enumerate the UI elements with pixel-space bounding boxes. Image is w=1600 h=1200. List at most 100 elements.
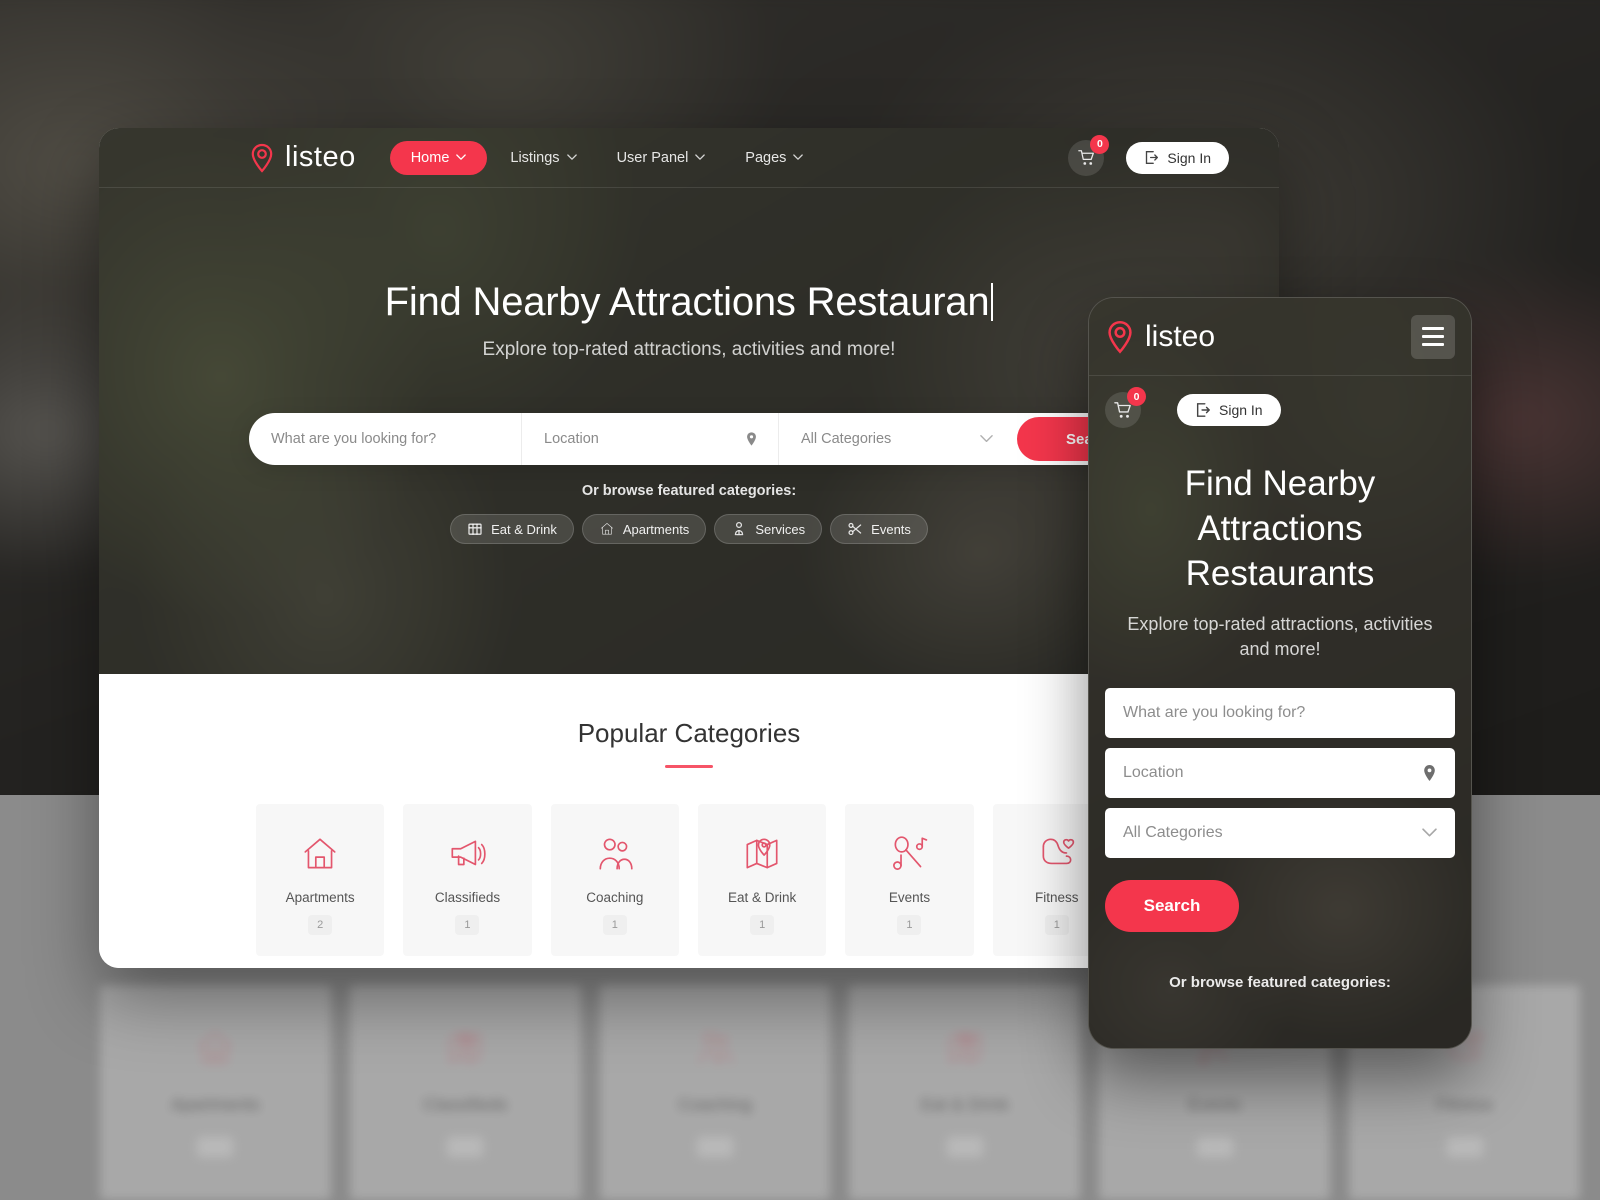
- featured-pill-label: Services: [755, 521, 806, 537]
- mobile-map-pin-icon[interactable]: [1422, 764, 1437, 782]
- mobile-search-category-select[interactable]: All Categories: [1105, 808, 1455, 859]
- restaurant-icon: [467, 521, 483, 537]
- desktop-nav: Home Listings User Panel Pages: [389, 140, 821, 175]
- category-card-eat-drink[interactable]: Eat & Drink 1: [697, 804, 827, 956]
- background-category-count: [1446, 1137, 1483, 1157]
- desktop-header: listeo Home Listings User Panel Pages 0: [99, 128, 1279, 188]
- category-card-label: Apartments: [285, 890, 355, 905]
- sign-in-label: Sign In: [1167, 149, 1211, 166]
- chevron-down-icon: [980, 435, 993, 444]
- map-pin-icon: [444, 1027, 486, 1073]
- mobile-location-placeholder: Location: [1123, 764, 1184, 782]
- mobile-sign-in-label: Sign In: [1219, 402, 1263, 418]
- fitness-icon: [1036, 832, 1078, 876]
- mobile-chevron-down-icon: [1422, 828, 1437, 838]
- category-card-coaching[interactable]: Coaching 1: [550, 804, 679, 956]
- featured-pill-label: Eat & Drink: [491, 521, 557, 537]
- mobile-category-value: All Categories: [1123, 824, 1223, 842]
- background-category-card: Eat & Drink: [849, 985, 1081, 1200]
- nav-item-user-panel[interactable]: User Panel: [600, 141, 723, 175]
- map-pin-icon[interactable]: [745, 432, 758, 447]
- background-category-card: Coaching: [599, 985, 831, 1200]
- mobile-keyword-placeholder: What are you looking for?: [1123, 704, 1306, 722]
- nav-item-pages[interactable]: Pages: [728, 141, 820, 175]
- category-card-label: Eat & Drink: [728, 890, 797, 905]
- nav-item-label: Listings: [510, 149, 560, 166]
- sign-in-button[interactable]: Sign In: [1126, 141, 1229, 174]
- background-category-count: [447, 1137, 484, 1157]
- mobile-search-location-field[interactable]: Location: [1105, 748, 1455, 799]
- mobile-search-fields: What are you looking for? Location All C…: [1089, 688, 1471, 859]
- search-keyword-field[interactable]: What are you looking for?: [249, 413, 521, 465]
- search-location-placeholder: Location: [544, 431, 599, 447]
- category-card-label: Fitness: [1035, 890, 1079, 905]
- map-pin-icon: [741, 832, 783, 876]
- map-pin-icon: [944, 1027, 986, 1073]
- category-card-label: Coaching: [586, 890, 644, 905]
- mobile-map-pin-logo-icon: [1105, 320, 1135, 354]
- nav-item-listings[interactable]: Listings: [493, 141, 593, 175]
- home-icon: [194, 1027, 236, 1073]
- background-category-label: Apartments: [170, 1095, 260, 1114]
- mobile-logo-text: listeo: [1145, 319, 1216, 353]
- mobile-account-row: 0 Sign In: [1089, 376, 1471, 428]
- search-location-field[interactable]: Location: [521, 413, 778, 465]
- service-icon: [731, 521, 747, 537]
- cart-button[interactable]: 0: [1068, 134, 1110, 176]
- chevron-down-icon: [695, 154, 706, 161]
- title-underline: [665, 765, 713, 768]
- hamburger-menu-button[interactable]: [1411, 314, 1455, 359]
- featured-pill-label: Apartments: [622, 521, 690, 537]
- mobile-heading-line-3: Restaurants: [1185, 553, 1375, 593]
- home-icon: [299, 832, 341, 876]
- mobile-heading-line-2: Attractions: [1197, 508, 1363, 548]
- mobile-hero: Find Nearby Attractions Restaurants Expl…: [1089, 428, 1471, 662]
- category-card-label: Classifieds: [434, 890, 501, 905]
- background-category-label: Classifieds: [423, 1095, 508, 1114]
- nav-item-label: Pages: [745, 149, 787, 166]
- category-card-apartments[interactable]: Apartments 2: [256, 804, 385, 956]
- background-category-count: [697, 1137, 734, 1157]
- category-card-events[interactable]: Events 1: [845, 804, 974, 956]
- nav-item-home[interactable]: Home: [389, 140, 488, 175]
- mobile-phone-mockup: listeo 0 Sign In Find Nearby Attractions…: [1088, 297, 1472, 1049]
- background-category-label: Fitness: [1436, 1095, 1493, 1114]
- search-category-select[interactable]: All Categories: [778, 413, 1013, 465]
- search-keyword-placeholder: What are you looking for?: [271, 431, 437, 447]
- logo[interactable]: listeo: [249, 141, 356, 174]
- map-pin-logo-icon: [249, 143, 275, 173]
- featured-pill-events[interactable]: Events: [830, 514, 928, 544]
- mobile-heading-line-1: Find Nearby: [1184, 464, 1376, 503]
- events-icon: [847, 521, 863, 537]
- coaching-icon: [594, 832, 636, 876]
- background-category-label: Events: [1188, 1095, 1242, 1114]
- category-card-count: 1: [1044, 915, 1069, 935]
- chevron-down-icon: [456, 154, 467, 161]
- megaphone-icon: [446, 832, 488, 876]
- category-card-count: 2: [308, 915, 333, 935]
- hamburger-line: [1422, 327, 1444, 330]
- featured-pill-apartments[interactable]: Apartments: [581, 514, 707, 544]
- mobile-hero-subheading: Explore top-rated attractions, activitie…: [1127, 614, 1433, 660]
- category-card-classifieds[interactable]: Classifieds 1: [403, 804, 532, 956]
- background-category-card: Classifieds: [349, 985, 581, 1200]
- category-card-count: 1: [455, 915, 480, 935]
- featured-pill-services[interactable]: Services: [714, 514, 823, 544]
- mobile-cart-button[interactable]: 0: [1105, 387, 1146, 428]
- background-category-label: Coaching: [678, 1095, 752, 1114]
- mobile-sign-in-icon: [1195, 402, 1211, 418]
- mobile-featured-categories-label: Or browse featured categories:: [1169, 974, 1391, 992]
- chevron-down-icon: [793, 154, 804, 161]
- microphone-icon: [888, 832, 930, 876]
- typewriter-cursor: [991, 283, 994, 321]
- background-category-count: [946, 1137, 983, 1157]
- mobile-sign-in-button[interactable]: Sign In: [1177, 394, 1281, 426]
- chevron-down-icon: [566, 154, 577, 161]
- hamburger-line: [1422, 343, 1444, 346]
- mobile-search-keyword-field[interactable]: What are you looking for?: [1105, 688, 1455, 739]
- background-category-card: Apartments: [100, 985, 331, 1200]
- mobile-search-button[interactable]: Search: [1105, 880, 1239, 933]
- featured-pill-eat-drink[interactable]: Eat & Drink: [450, 514, 574, 544]
- category-card-count: 1: [602, 915, 627, 935]
- category-card-count: 1: [750, 915, 775, 935]
